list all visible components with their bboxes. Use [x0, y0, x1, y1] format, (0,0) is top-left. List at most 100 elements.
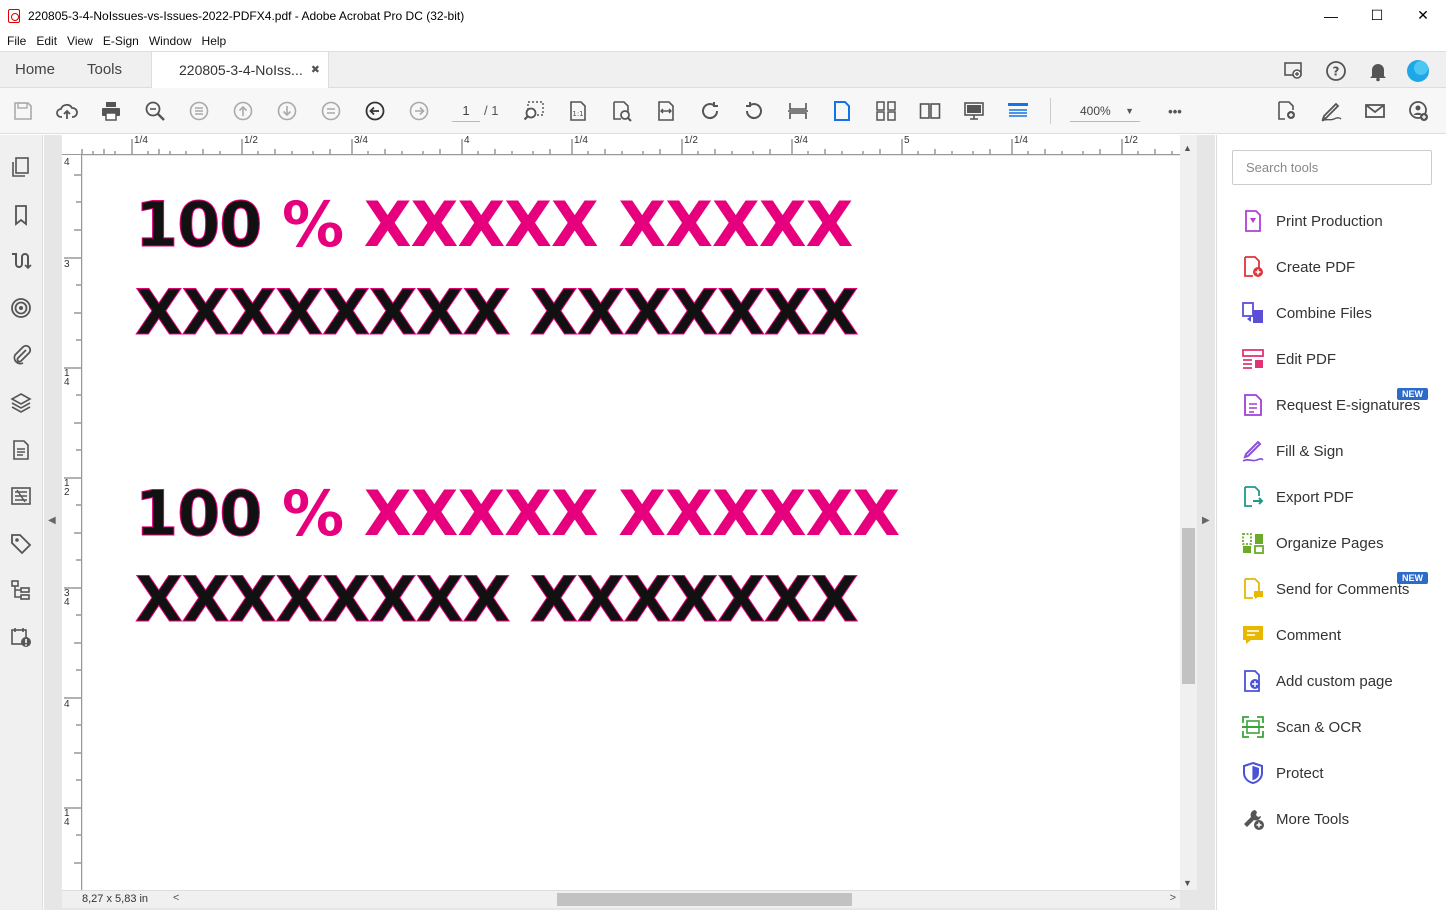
- export-pdf-icon: [1241, 485, 1265, 509]
- text-run-dark: 100: [134, 188, 262, 261]
- page-thumbnails-icon[interactable]: [9, 155, 33, 179]
- email-icon[interactable]: [1363, 99, 1387, 123]
- zoom-search-icon[interactable]: [143, 99, 167, 123]
- tab-tools[interactable]: Tools: [87, 52, 122, 88]
- request-esignatures-icon: [1241, 393, 1265, 417]
- tool-protect[interactable]: Protect: [1241, 758, 1441, 788]
- new-badge: NEW: [1397, 388, 1428, 400]
- tab-home[interactable]: Home: [15, 52, 55, 88]
- tool-label: Comment: [1276, 627, 1342, 644]
- tab-bar: Home Tools 220805-3-4-NoIss... ✖ ?: [0, 51, 1446, 89]
- tool-label: Fill & Sign: [1276, 443, 1344, 460]
- scroll-down-icon[interactable]: ▼: [1183, 878, 1192, 888]
- bookmarks-icon[interactable]: [9, 203, 33, 227]
- vertical-scrollbar[interactable]: ▲ ▼: [1180, 135, 1197, 890]
- menu-window[interactable]: Window: [149, 34, 192, 48]
- sign-pen-icon[interactable]: [1319, 99, 1343, 123]
- scroll-right-icon[interactable]: >: [1170, 892, 1176, 904]
- reading-mode-icon[interactable]: [1006, 99, 1030, 123]
- more-options-icon[interactable]: •••: [1163, 99, 1187, 123]
- tool-export-pdf[interactable]: Export PDF: [1241, 482, 1441, 512]
- layers-icon[interactable]: [9, 391, 33, 415]
- search-pdf-icon[interactable]: [1275, 99, 1299, 123]
- fill-sign-icon: [1241, 439, 1265, 463]
- scroll-up-icon[interactable]: ▲: [1183, 143, 1192, 153]
- scrolling-view-icon[interactable]: [874, 99, 898, 123]
- left-navigation-rail: [0, 135, 43, 910]
- tool-more-tools[interactable]: More Tools: [1241, 804, 1441, 834]
- pdf-page[interactable]: 100 % XXXXX XXXXX XXXXXXXX XXXXXXX 100 %…: [83, 156, 1180, 890]
- collapse-left-panel-icon[interactable]: ◀: [48, 515, 56, 526]
- print-icon[interactable]: [99, 99, 123, 123]
- close-tab-icon[interactable]: ✖: [311, 52, 320, 88]
- accessibility-check-icon[interactable]: [9, 625, 33, 649]
- menu-edit[interactable]: Edit: [36, 34, 57, 48]
- tags-icon[interactable]: [9, 532, 33, 556]
- page-number-input[interactable]: 1: [452, 100, 480, 122]
- split-view-icon[interactable]: [786, 99, 810, 123]
- layers-target-icon[interactable]: [9, 296, 33, 320]
- fit-page-icon[interactable]: [187, 99, 211, 123]
- previous-page-icon[interactable]: [231, 99, 255, 123]
- search-tools-input[interactable]: Search tools: [1232, 150, 1432, 185]
- presentation-mode-icon[interactable]: [962, 99, 986, 123]
- share-screen-icon[interactable]: [1283, 60, 1305, 82]
- tool-label: Scan & OCR: [1276, 719, 1362, 736]
- notifications-bell-icon[interactable]: [1367, 60, 1389, 82]
- tool-comment[interactable]: Comment: [1241, 620, 1441, 650]
- fit-width-icon[interactable]: [654, 99, 678, 123]
- tool-fill-sign[interactable]: Fill & Sign: [1241, 436, 1441, 466]
- content-structure-icon[interactable]: [9, 578, 33, 602]
- text-run-dark: XXXXXXXX XXXXXXX: [135, 276, 860, 349]
- two-page-view-icon[interactable]: [918, 99, 942, 123]
- menu-help[interactable]: Help: [202, 34, 227, 48]
- help-icon[interactable]: ?: [1325, 60, 1347, 82]
- zoom-level-select[interactable]: 400% ▼: [1070, 100, 1140, 122]
- tool-edit-pdf[interactable]: Edit PDF: [1241, 344, 1441, 374]
- account-avatar-icon[interactable]: [1407, 60, 1429, 82]
- tool-combine-files[interactable]: Combine Files: [1241, 298, 1441, 328]
- tool-request-esignatures[interactable]: Request E-signatures NEW: [1241, 388, 1441, 420]
- menu-esign[interactable]: E-Sign: [103, 34, 139, 48]
- tool-organize-pages[interactable]: Organize Pages: [1241, 528, 1441, 558]
- svg-text:1:1: 1:1: [572, 110, 583, 118]
- tab-document[interactable]: 220805-3-4-NoIss... ✖: [151, 52, 329, 89]
- more-tools-icon: [1241, 807, 1265, 831]
- menu-view[interactable]: View: [67, 34, 93, 48]
- marquee-zoom-icon[interactable]: [522, 99, 546, 123]
- tool-label: Export PDF: [1276, 489, 1354, 506]
- tool-scan-ocr[interactable]: Scan & OCR: [1241, 712, 1441, 742]
- vertical-scroll-thumb[interactable]: [1182, 528, 1195, 684]
- save-icon[interactable]: [11, 99, 35, 123]
- page-content-icon[interactable]: [9, 438, 33, 462]
- zoom-level-value: 400%: [1080, 104, 1111, 118]
- horizontal-ruler-ticks: [81, 139, 1173, 154]
- add-user-share-icon[interactable]: [1407, 99, 1431, 123]
- minimize-button[interactable]: —: [1308, 0, 1354, 31]
- page-thumbnail-nav-icon[interactable]: [319, 99, 343, 123]
- maximize-button[interactable]: ☐: [1354, 0, 1400, 31]
- tool-send-for-comments[interactable]: Send for Comments NEW: [1241, 572, 1441, 604]
- order-panel-icon[interactable]: [9, 484, 33, 508]
- next-page-icon[interactable]: [275, 99, 299, 123]
- page-dimensions: 8,27 x 5,83 in: [82, 893, 149, 905]
- rotate-clockwise-icon[interactable]: [698, 99, 722, 123]
- menu-file[interactable]: File: [7, 34, 26, 48]
- document-text-line: 100 % XXXXX XXXXXX: [134, 482, 900, 545]
- actual-size-icon[interactable]: 1:1: [566, 99, 590, 123]
- tool-print-production[interactable]: Print Production: [1241, 206, 1441, 236]
- back-view-icon[interactable]: [363, 99, 387, 123]
- signatures-panel-icon[interactable]: [9, 249, 33, 273]
- attachments-icon[interactable]: [9, 343, 33, 367]
- zoom-page-icon[interactable]: [610, 99, 634, 123]
- collapse-right-panel-icon[interactable]: ▶: [1202, 515, 1210, 526]
- forward-view-icon[interactable]: [407, 99, 431, 123]
- upload-cloud-icon[interactable]: [55, 99, 79, 123]
- close-window-button[interactable]: ✕: [1400, 0, 1446, 31]
- scroll-left-icon[interactable]: <: [173, 892, 179, 904]
- rotate-counterclockwise-icon[interactable]: [742, 99, 766, 123]
- tool-create-pdf[interactable]: Create PDF: [1241, 252, 1441, 282]
- horizontal-scroll-thumb[interactable]: [557, 893, 852, 906]
- single-page-view-icon[interactable]: [830, 99, 854, 123]
- tool-add-custom-page[interactable]: Add custom page: [1241, 666, 1441, 696]
